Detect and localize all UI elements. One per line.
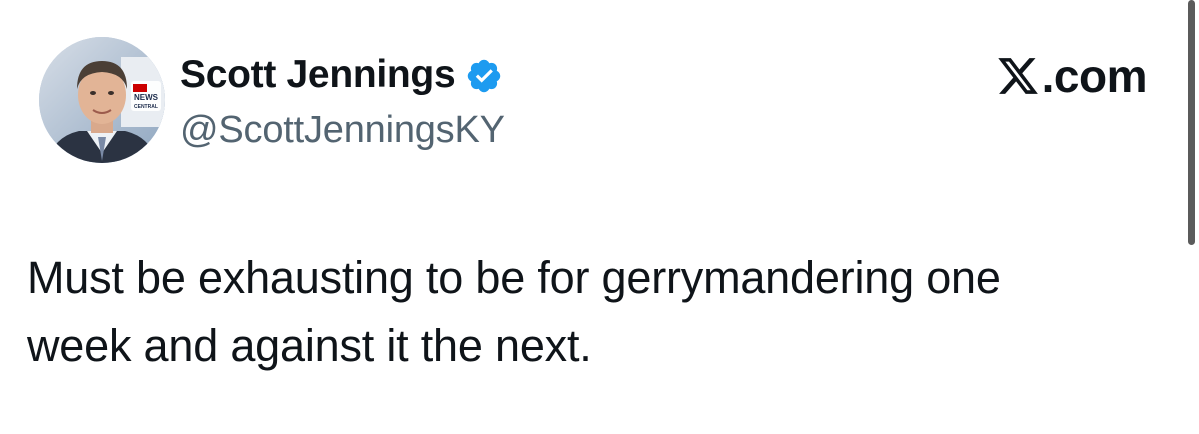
author-name[interactable]: Scott Jennings (180, 50, 456, 100)
profile-photo-avatar-icon: NEWS CENTRAL (39, 37, 165, 163)
tweet-card: NEWS CENTRAL Scott Jennings @ScottJennin… (0, 0, 1199, 434)
tweet-text: Must be exhausting to be for gerrymander… (27, 244, 1147, 380)
x-brand-text: .com (1041, 50, 1148, 102)
verified-badge-icon (465, 57, 503, 95)
author-handle[interactable]: @ScottJenningsKY (180, 106, 505, 154)
scrollbar[interactable] (1185, 0, 1199, 434)
x-logo-icon (996, 54, 1040, 98)
scrollbar-thumb[interactable] (1188, 0, 1195, 245)
svg-text:NEWS: NEWS (134, 93, 159, 102)
tweet-text-line: Must be exhausting to be for gerrymander… (27, 252, 1001, 303)
tweet-text-line: week and against it the next. (27, 320, 592, 371)
author-name-row: Scott Jennings (180, 50, 503, 100)
avatar[interactable]: NEWS CENTRAL (39, 37, 165, 163)
x-brand[interactable]: .com (996, 50, 1148, 102)
svg-text:CENTRAL: CENTRAL (134, 104, 158, 110)
